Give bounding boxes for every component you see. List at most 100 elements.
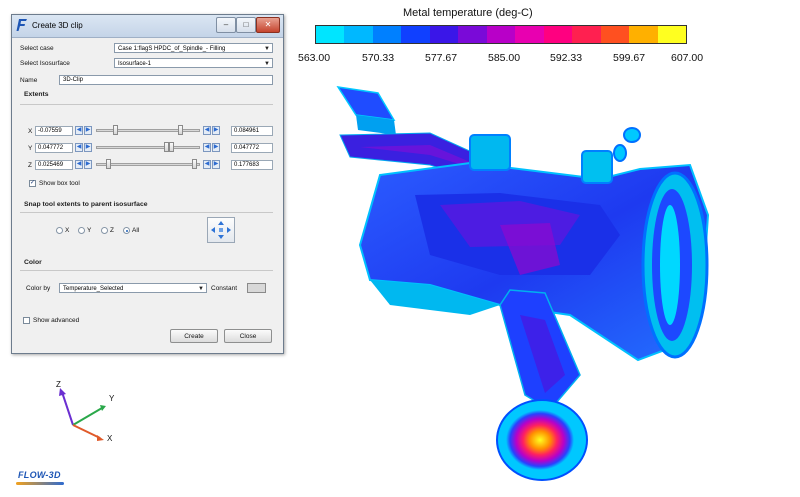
color-by-dropdown[interactable]: Temperature_Selected ▼: [59, 283, 207, 293]
close-window-button[interactable]: ✕: [256, 17, 280, 33]
extent-z-slider-track[interactable]: [96, 163, 200, 166]
arrow-left-icon[interactable]: ◀: [203, 126, 211, 135]
show-box-tool-label: Show box tool: [39, 180, 80, 187]
colorbar-tick-1: 563.00: [298, 52, 331, 64]
colorbar-segment-5: [429, 26, 459, 43]
color-title: Color: [24, 259, 42, 266]
minimize-button[interactable]: –: [216, 17, 236, 33]
flow3d-logo-swoosh: [16, 482, 64, 485]
colorbar-segment-7: [486, 26, 516, 43]
constant-label: Constant: [211, 285, 238, 292]
extent-y-max-input[interactable]: 0.047772: [231, 143, 273, 153]
extent-z-axis: Z: [28, 162, 32, 169]
colorbar-tick-2: 570.33: [362, 52, 395, 64]
extent-y-slider-track[interactable]: [96, 146, 200, 149]
colorbar-segment-3: [372, 26, 402, 43]
flow3d-logo: FLOW-3D: [18, 470, 61, 480]
select-case-value: Case 1:flagS HPDC_of_Spindle_- Filling: [118, 46, 226, 52]
color-by-value: Temperature_Selected: [63, 286, 124, 292]
colorbar-segment-10: [572, 26, 601, 43]
clipped-casting-model[interactable]: [320, 75, 730, 490]
extent-z-max-handle[interactable]: [192, 159, 197, 169]
snap-x-radio[interactable]: [56, 227, 63, 234]
extent-y-max-handle[interactable]: [169, 142, 174, 152]
arrow-left-icon[interactable]: ◀: [203, 143, 211, 152]
extent-z-max-input[interactable]: 0.177683: [231, 160, 273, 170]
colorbar-segment-12: [629, 26, 658, 43]
extent-z-max-value: 0.177683: [234, 162, 260, 168]
colorbar-tick-5: 592.33: [550, 52, 583, 64]
extent-y-min-input[interactable]: 0.047772: [35, 143, 73, 153]
maximize-button[interactable]: □: [236, 17, 256, 33]
axis-z-label: Z: [56, 380, 61, 389]
snap-all-label: All: [132, 227, 140, 234]
chevron-down-icon: ▼: [264, 61, 270, 67]
dialog-titlebar[interactable]: Create 3D clip – □ ✕: [12, 15, 283, 38]
extent-y-min-value: 0.047772: [38, 145, 64, 151]
arrow-right-icon[interactable]: ▶: [84, 143, 92, 152]
arrow-left-icon[interactable]: ◀: [75, 126, 83, 135]
close-button[interactable]: Close: [224, 329, 272, 343]
show-advanced-label: Show advanced: [33, 317, 80, 324]
colorbar-title: Metal temperature (deg-C): [403, 7, 533, 19]
extent-y-max-value: 0.047772: [234, 145, 260, 151]
axis-x-label: X: [107, 434, 113, 443]
extents-divider: [20, 104, 273, 105]
extent-z-min-handle[interactable]: [106, 159, 111, 169]
chevron-down-icon: ▼: [264, 46, 270, 52]
extent-x-min-handle[interactable]: [113, 125, 118, 135]
extent-x-max-value: 0.084961: [234, 128, 260, 134]
snap-extents-button[interactable]: [207, 217, 235, 243]
colorbar: [315, 25, 687, 44]
colorbar-segment-11: [600, 26, 630, 43]
extent-x-min-input[interactable]: -0.07559: [35, 126, 73, 136]
arrow-left-icon[interactable]: ◀: [75, 160, 83, 169]
extent-x-max-handle[interactable]: [178, 125, 183, 135]
extent-z-min-value: 0.025469: [38, 162, 64, 168]
colorbar-segment-13: [657, 26, 687, 43]
arrow-right-icon[interactable]: ▶: [212, 160, 220, 169]
color-divider: [20, 270, 273, 271]
color-by-label: Color by: [26, 285, 51, 292]
select-case-dropdown[interactable]: Case 1:flagS HPDC_of_Spindle_- Filling ▼: [114, 43, 273, 53]
extent-x-slider-track[interactable]: [96, 129, 200, 132]
extent-z-min-input[interactable]: 0.025469: [35, 160, 73, 170]
show-box-tool-checkbox[interactable]: ✓: [29, 180, 36, 187]
move-arrows-icon: [211, 221, 231, 239]
arrow-right-icon[interactable]: ▶: [212, 126, 220, 135]
select-isosurface-label: Select Isosurface: [20, 60, 70, 67]
colorbar-segment-9: [543, 26, 573, 43]
snap-title: Snap tool extents to parent isosurface: [24, 201, 148, 208]
arrow-right-icon[interactable]: ▶: [84, 160, 92, 169]
chevron-down-icon: ▼: [198, 286, 204, 292]
snap-y-radio[interactable]: [78, 227, 85, 234]
snap-divider: [20, 212, 273, 213]
colorbar-tick-6: 599.67: [613, 52, 646, 64]
colorbar-segment-2: [344, 26, 373, 43]
snap-all-radio[interactable]: [123, 227, 130, 234]
name-input[interactable]: 3D-Clip: [59, 75, 273, 85]
extents-title: Extents: [24, 91, 49, 98]
colorbar-segment-6: [458, 26, 487, 43]
colorbar-segment-8: [515, 26, 544, 43]
flow3d-app-icon: [16, 19, 27, 31]
show-advanced-checkbox[interactable]: [23, 317, 30, 324]
colorbar-segment-4: [401, 26, 430, 43]
select-isosurface-value: Isosurface-1: [118, 61, 152, 67]
arrow-left-icon[interactable]: ◀: [203, 160, 211, 169]
constant-color-swatch[interactable]: [247, 283, 266, 293]
create-button[interactable]: Create: [170, 329, 218, 343]
extent-x-min-value: -0.07559: [38, 128, 62, 134]
extent-y-axis: Y: [28, 145, 33, 152]
select-isosurface-dropdown[interactable]: Isosurface-1 ▼: [114, 58, 273, 68]
arrow-right-icon[interactable]: ▶: [84, 126, 92, 135]
select-case-label: Select case: [20, 45, 54, 52]
snap-z-radio[interactable]: [101, 227, 108, 234]
colorbar-tick-4: 585.00: [488, 52, 521, 64]
extent-x-max-input[interactable]: 0.084961: [231, 126, 273, 136]
colorbar-tick-3: 577.67: [425, 52, 458, 64]
name-label: Name: [20, 77, 38, 84]
arrow-right-icon[interactable]: ▶: [212, 143, 220, 152]
arrow-left-icon[interactable]: ◀: [75, 143, 83, 152]
axis-y-label: Y: [109, 394, 115, 403]
